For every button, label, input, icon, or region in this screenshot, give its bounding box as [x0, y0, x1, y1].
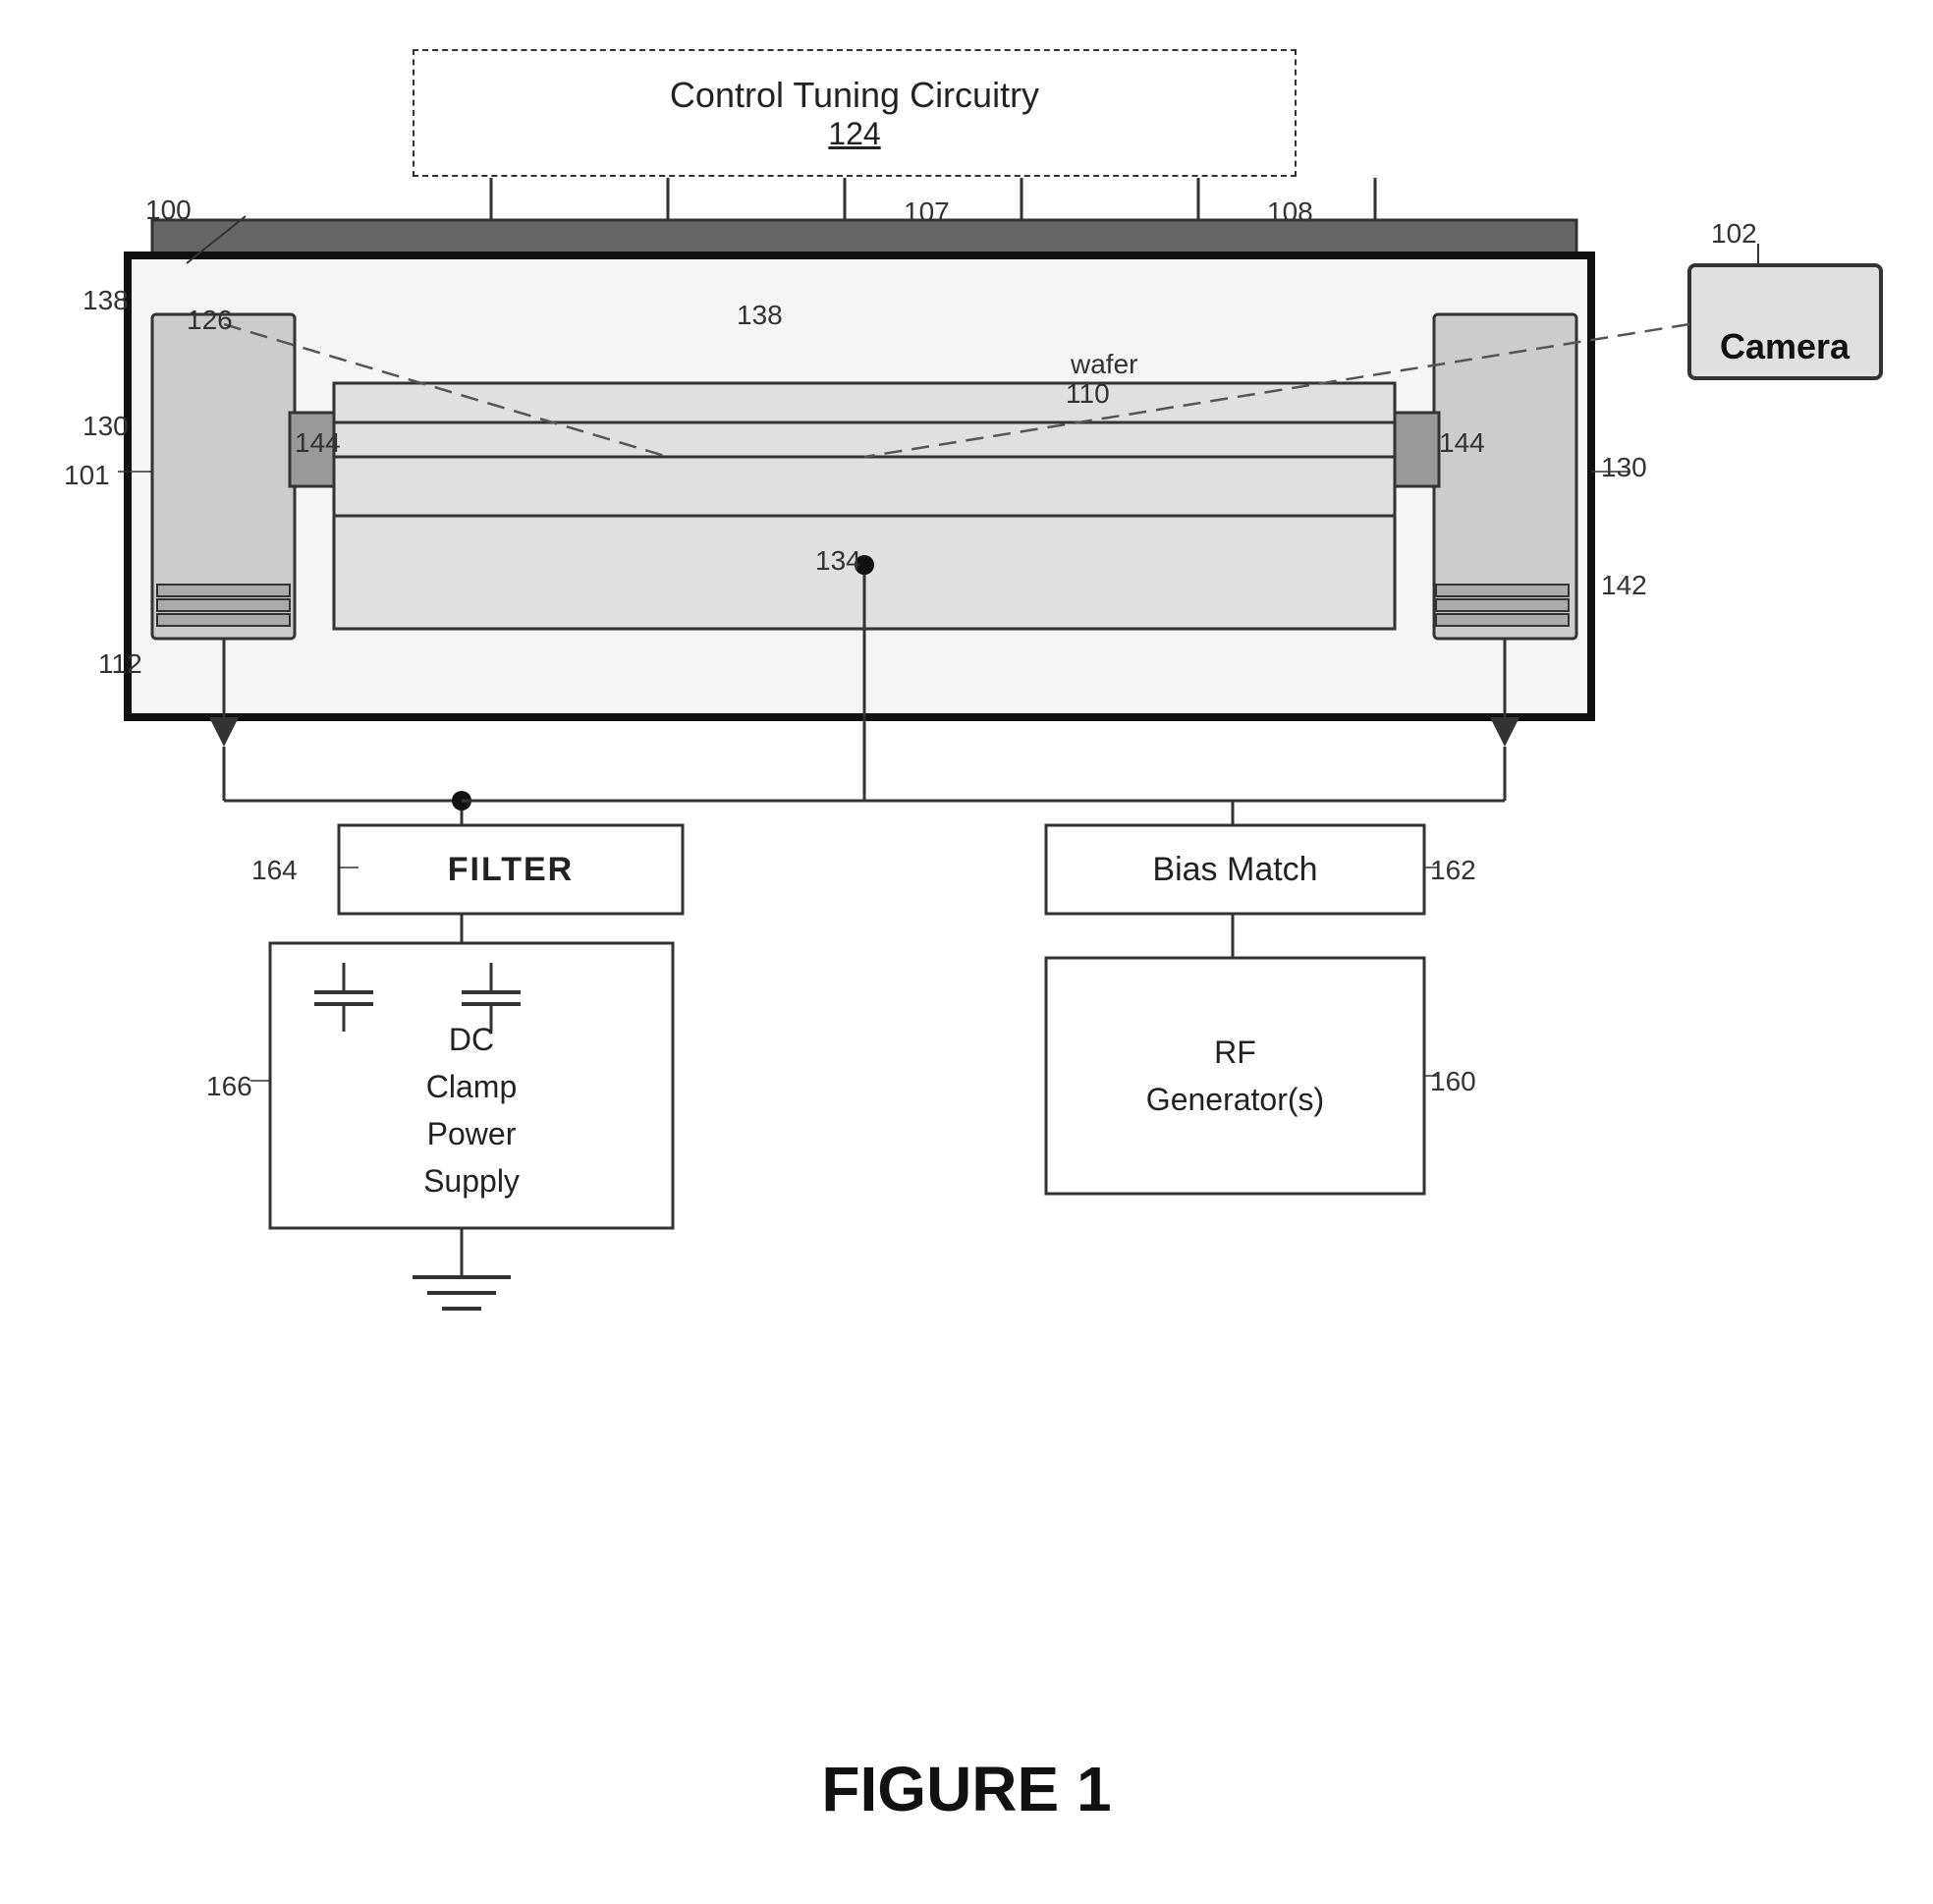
electrode-134: 134	[815, 545, 861, 577]
ref-107: 107	[904, 196, 950, 228]
camera-box: Camera	[1691, 293, 1878, 401]
rf-generator-label: RFGenerator(s)	[1146, 1029, 1324, 1123]
ref-100: 100	[145, 195, 192, 226]
ref-160: 160	[1430, 1066, 1476, 1097]
figure-label: FIGURE 1	[0, 1753, 1933, 1825]
ref-101: 101	[64, 460, 110, 491]
diagram: Control Tuning Circuitry 124 Camera FILT…	[0, 0, 1933, 1904]
control-number: 124	[828, 116, 880, 152]
dc-clamp-box: DCClampPowerSupply	[270, 1032, 673, 1189]
rf-generator-box: RFGenerator(s)	[1046, 958, 1424, 1194]
ref-110: 110	[1066, 378, 1110, 410]
control-title: Control Tuning Circuitry	[670, 75, 1039, 116]
ref-112: 112	[98, 648, 142, 680]
ref-138-right: 138	[737, 300, 783, 331]
ref-108: 108	[1267, 196, 1313, 228]
ref-162: 162	[1430, 855, 1476, 886]
camera-label: Camera	[1720, 326, 1850, 367]
ref-126: 126	[187, 305, 233, 336]
ref-144-right: 144	[1439, 427, 1485, 459]
bias-match-box: Bias Match	[1046, 825, 1424, 914]
ref-102: 102	[1711, 218, 1757, 250]
diagram-svg	[0, 0, 1933, 1904]
dc-clamp-label: DCClampPowerSupply	[423, 1016, 520, 1204]
control-tuning-box: Control Tuning Circuitry 124	[413, 49, 1297, 177]
ref-134: 134	[815, 545, 861, 576]
ref-144-left: 144	[295, 427, 341, 459]
filter-box: FILTER	[339, 825, 683, 914]
bias-match-label: Bias Match	[1152, 851, 1317, 889]
filter-label: FILTER	[448, 851, 574, 889]
ref-130-left: 130	[83, 411, 129, 442]
ref-138-left: 138	[83, 285, 129, 316]
ref-130-right: 130	[1601, 452, 1647, 483]
ref-wafer-text: wafer	[1071, 349, 1137, 380]
ref-166: 166	[206, 1071, 252, 1102]
ref-164: 164	[251, 855, 298, 886]
ref-142: 142	[1601, 570, 1647, 601]
